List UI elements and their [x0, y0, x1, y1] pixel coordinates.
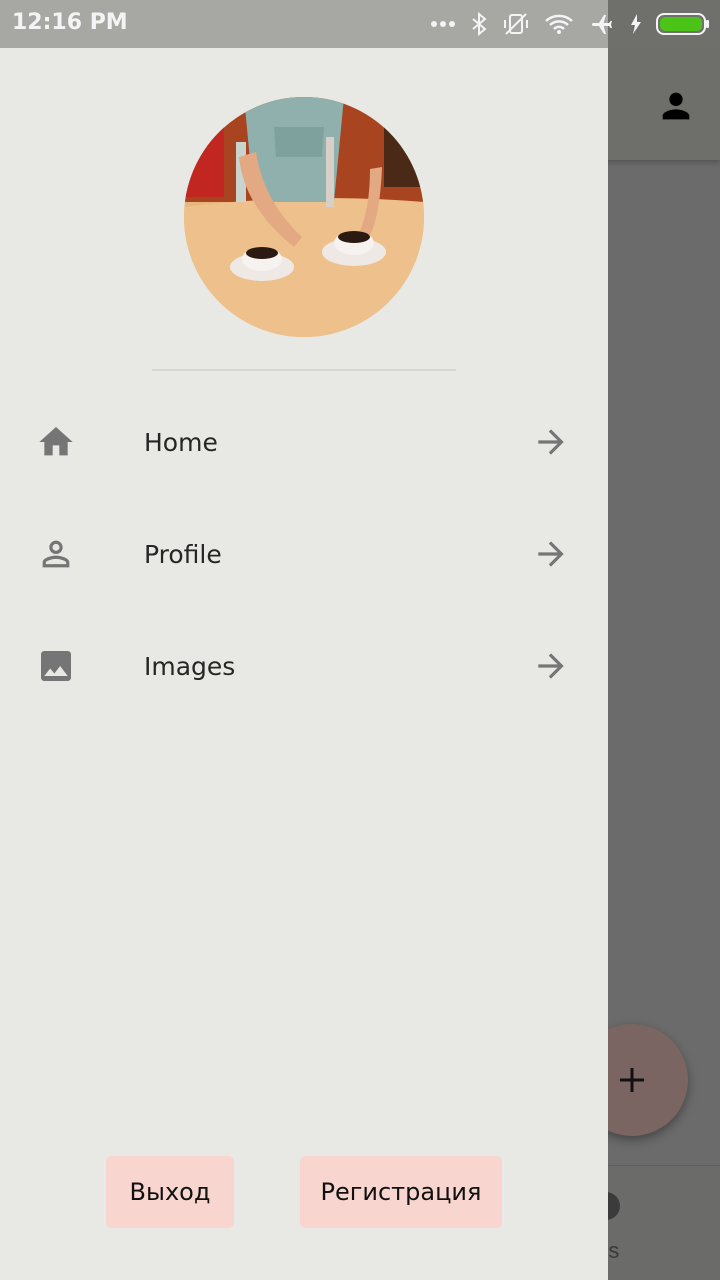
menu-item-label: Profile — [144, 539, 222, 569]
image-icon — [36, 646, 76, 686]
menu-item-images[interactable]: Images — [0, 610, 608, 722]
arrow-forward-icon — [532, 647, 570, 685]
arrow-forward-icon — [532, 423, 570, 461]
arrow-forward-icon — [532, 535, 570, 573]
bluetooth-icon — [472, 12, 487, 36]
status-time: 12:16 PM — [12, 10, 128, 35]
register-button[interactable]: Регистрация — [300, 1156, 502, 1228]
menu-item-label: Images — [144, 651, 236, 681]
avatar[interactable] — [184, 97, 424, 337]
navigation-drawer: Home Profile Images Выход Регистрация — [0, 48, 608, 1280]
airplane-icon — [592, 15, 612, 34]
status-icons — [430, 8, 710, 40]
menu-item-home[interactable]: Home — [0, 386, 608, 498]
battery-icon — [656, 13, 709, 35]
vibrate-off-icon — [504, 13, 528, 35]
plus-icon — [620, 1068, 644, 1092]
person-outline-icon — [36, 534, 76, 574]
more-dots-icon — [431, 21, 455, 27]
charging-icon — [631, 14, 641, 34]
status-bar: 12:16 PM — [0, 0, 720, 48]
home-icon — [36, 422, 76, 462]
wifi-icon — [545, 14, 573, 34]
divider — [152, 369, 456, 371]
menu-item-profile[interactable]: Profile — [0, 498, 608, 610]
account-icon[interactable] — [656, 86, 696, 126]
menu-item-label: Home — [144, 427, 218, 457]
exit-button[interactable]: Выход — [106, 1156, 234, 1228]
